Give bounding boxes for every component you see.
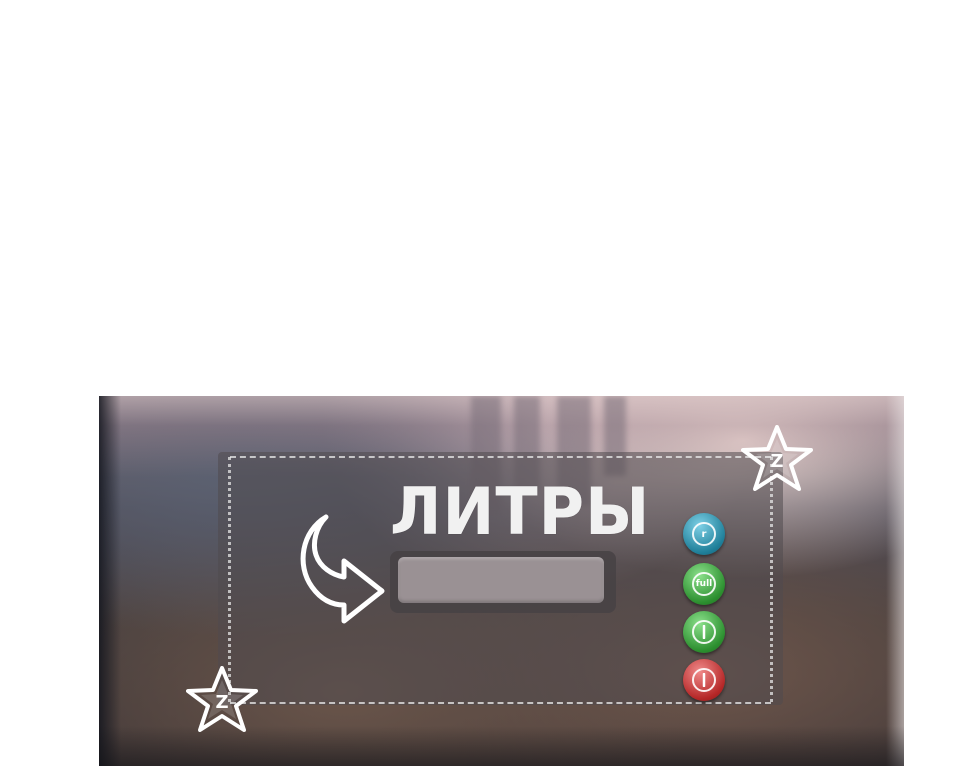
power-on-button[interactable] [683,611,725,653]
panel-title: ЛИТРЫ [390,473,651,550]
photo-edge-glow [886,396,904,766]
liters-input[interactable] [398,557,604,603]
star-z-badge-icon: Z [186,666,258,732]
full-button-label: full [695,579,713,589]
badge-label: Z [770,451,783,472]
reset-icon: r [692,522,716,546]
photo-edge-shadow [99,396,121,766]
power-off-button[interactable] [683,659,725,701]
full-icon: full [692,572,716,596]
power-icon [692,668,716,692]
star-z-badge-icon: Z [741,425,813,491]
power-icon [692,620,716,644]
dashed-border-bottom [230,702,771,704]
curved-arrow-right-icon [300,514,385,624]
full-button[interactable]: full [683,563,725,605]
reset-button-label: r [701,528,707,540]
liters-input-wrapper [390,551,616,613]
power-line-icon [702,673,706,687]
photo-bottom-shadow [99,726,904,766]
dashed-border-top [230,456,771,458]
badge-label: Z [215,692,228,713]
power-line-icon [702,625,706,639]
reset-button[interactable]: r [683,513,725,555]
